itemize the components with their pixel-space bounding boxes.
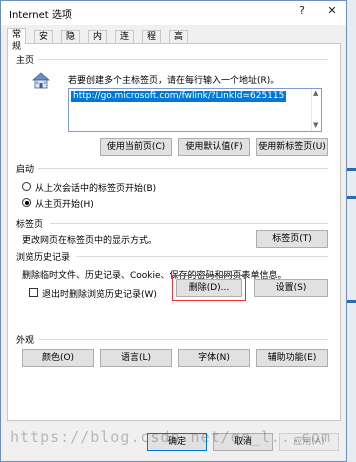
homepage-url-textarea[interactable]: http://go.microsoft.com/fwlink/?LinkId=6… (68, 88, 322, 132)
use-default-button[interactable]: 使用默认值(F) (178, 138, 250, 156)
tabs-group-title: 标签页 (16, 220, 44, 230)
tab-general[interactable]: 常规 (7, 28, 27, 52)
startup-homepage-radio[interactable] (22, 198, 31, 207)
startup-last-session-label[interactable]: 从上次会话中的标签页开始(B) (35, 181, 156, 194)
delete-on-exit-checkbox[interactable] (29, 288, 38, 297)
tab-content[interactable]: 内容 (88, 30, 108, 54)
startup-last-session-radio[interactable] (22, 182, 31, 191)
tab-privacy[interactable]: 隐私 (61, 30, 81, 54)
tab-security[interactable]: 安全 (34, 30, 54, 54)
accessibility-button[interactable]: 辅助功能(E) (256, 349, 328, 367)
group-divider (76, 256, 328, 257)
internet-options-dialog: Internet 选项 ? ✕ 常规 安全 隐私 内容 连接 程序 高级 主页 … (0, 0, 347, 462)
watermark: https://blog.csdn.net/qq_l...com (10, 428, 331, 446)
colors-button[interactable]: 颜色(O) (22, 349, 94, 367)
history-group-title: 浏览历史记录 (16, 253, 71, 263)
homepage-group-title: 主页 (16, 56, 35, 66)
home-icon (32, 72, 50, 89)
general-tab-panel: 主页 若要创建多个主标签页，请在每行输入一个地址(R)。 http://go.m… (7, 43, 341, 421)
fonts-button[interactable]: 字体(N) (178, 349, 250, 367)
tab-connections[interactable]: 连接 (115, 30, 135, 54)
group-divider (38, 168, 328, 169)
scroll-down-icon[interactable]: ▼ (313, 121, 318, 129)
homepage-prompt: 若要创建多个主标签页，请在每行输入一个地址(R)。 (68, 76, 280, 86)
delete-history-button[interactable]: 删除(D)... (172, 275, 246, 301)
use-current-button[interactable]: 使用当前页(C) (100, 138, 172, 156)
homepage-url-value: http://go.microsoft.com/fwlink/?LinkId=6… (71, 91, 287, 102)
group-divider (38, 339, 328, 340)
tabs-settings-button[interactable]: 标签页(T) (256, 230, 328, 248)
history-description: 删除临时文件、历史记录、Cookie、保存的密码和网页表单信息。 (22, 271, 287, 281)
appearance-group-title: 外观 (16, 336, 35, 346)
scroll-up-icon[interactable]: ▲ (313, 89, 318, 97)
tab-advanced[interactable]: 高级 (169, 30, 189, 54)
history-settings-button[interactable]: 设置(S) (254, 279, 328, 297)
help-button[interactable]: ? (293, 4, 311, 17)
window-title: Internet 选项 (9, 10, 72, 21)
title-bar: Internet 选项 ? ✕ (1, 1, 346, 25)
startup-group-title: 启动 (16, 165, 35, 175)
tabs-description: 更改网页在标签页中的显示方式。 (22, 236, 158, 246)
group-divider (50, 223, 328, 224)
group-divider (38, 59, 328, 60)
tab-programs[interactable]: 程序 (142, 30, 162, 54)
use-new-tab-button[interactable]: 使用新标签页(U) (256, 138, 328, 156)
url-scrollbar[interactable]: ▲ ▼ (311, 89, 321, 131)
languages-button[interactable]: 语言(L) (100, 349, 172, 367)
startup-homepage-label[interactable]: 从主页开始(H) (35, 197, 94, 210)
delete-on-exit-label[interactable]: 退出时删除浏览历史记录(W) (42, 287, 157, 300)
close-icon[interactable]: ✕ (323, 4, 341, 17)
